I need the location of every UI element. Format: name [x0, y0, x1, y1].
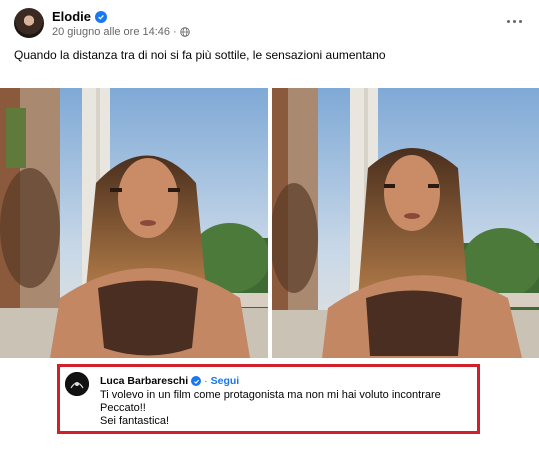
comment-line: Peccato!!: [100, 402, 146, 414]
comment-separator: ·: [204, 375, 208, 387]
verified-badge-icon: [95, 10, 108, 23]
verified-badge-icon: [191, 376, 202, 386]
globe-icon: [179, 27, 190, 37]
photo-1[interactable]: [0, 88, 268, 358]
highlighted-comment: Luca Barbareschi · Segui Ti volevo in un…: [57, 364, 480, 434]
post-caption: Quando la distanza tra di noi si fa più …: [14, 48, 386, 62]
post-header: Elodie 20 giugno alle ore 14:46 ·: [0, 0, 539, 44]
commenter-name-row: Luca Barbareschi · Segui: [100, 375, 239, 387]
author-avatar[interactable]: [14, 8, 44, 38]
comment-line: Sei fantastica!: [100, 415, 170, 427]
author-name-row[interactable]: Elodie: [52, 9, 108, 24]
meta-separator: ·: [173, 26, 177, 38]
more-options-icon[interactable]: [503, 14, 525, 28]
post-date[interactable]: 20 giugno alle ore 14:46: [52, 26, 170, 38]
photo-2[interactable]: [272, 88, 539, 358]
commenter-avatar[interactable]: [65, 372, 89, 396]
photo-grid: [0, 88, 539, 358]
commenter-name[interactable]: Luca Barbareschi: [100, 375, 188, 387]
follow-button[interactable]: Segui: [211, 375, 240, 387]
post-meta: 20 giugno alle ore 14:46 ·: [52, 26, 190, 38]
comment-line: Ti volevo in un film come protagonista m…: [100, 389, 441, 401]
author-name[interactable]: Elodie: [52, 9, 91, 24]
comment-text: Ti volevo in un film come protagonista m…: [100, 389, 441, 428]
